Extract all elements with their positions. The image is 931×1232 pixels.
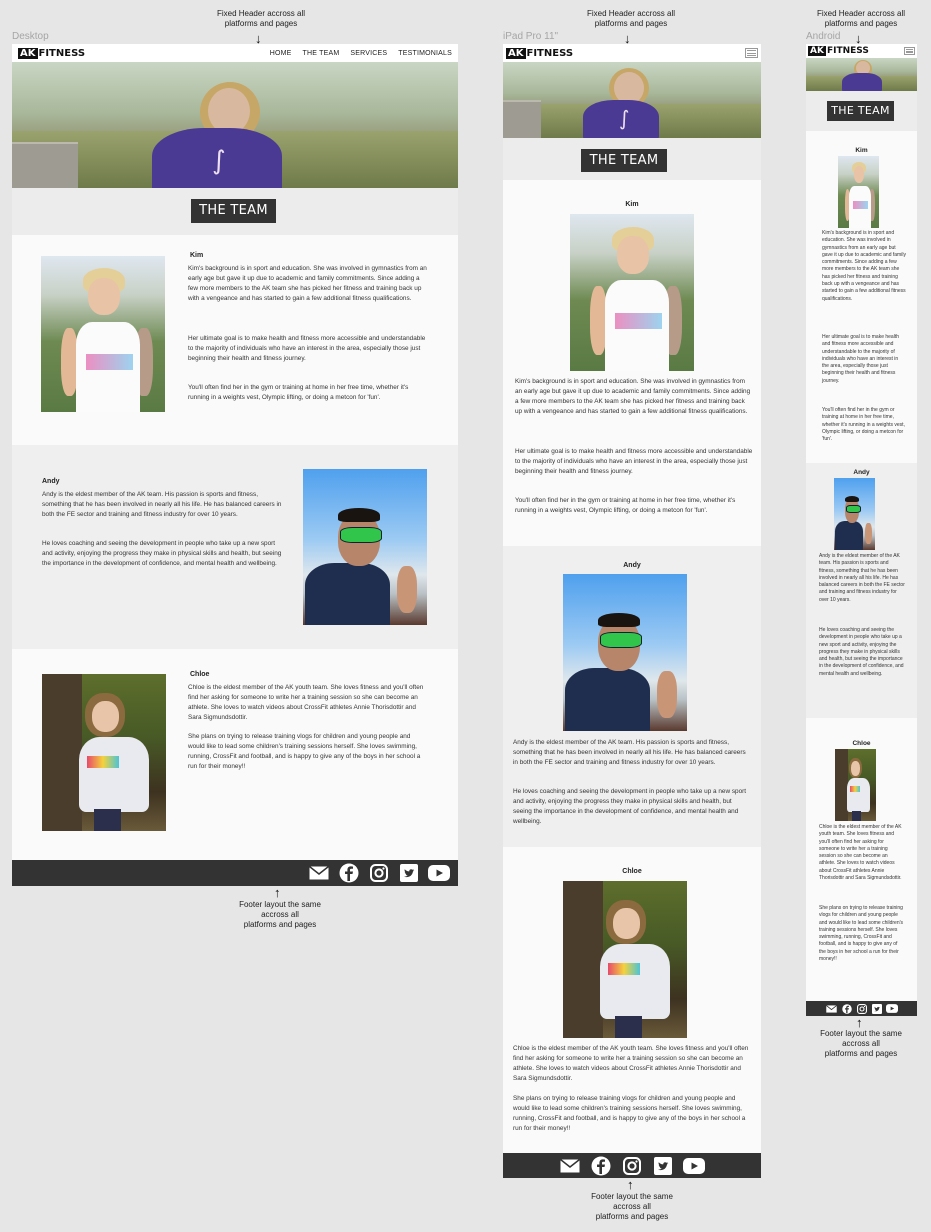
header-annotation-ipad: Fixed Header accross all platforms and p… (586, 9, 676, 28)
site-footer (503, 1153, 761, 1178)
member-bio: Andy is the eldest member of the AK team… (513, 739, 746, 766)
page-title: THE TEAM (827, 101, 894, 121)
footer-annotation-android: Footer layout the same accross all platf… (820, 1029, 902, 1058)
envelope-icon[interactable] (824, 1004, 839, 1013)
up-arrow-icon: ↑ (274, 885, 281, 900)
facebook-icon[interactable] (586, 1156, 617, 1176)
site-footer (806, 1001, 917, 1016)
page-title: THE TEAM (191, 199, 276, 223)
member-bio: Kim's background is in sport and educati… (188, 265, 427, 302)
member-bio: Andy is the eldest member of the AK team… (42, 491, 282, 518)
member-bio: She plans on trying to release training … (188, 733, 421, 770)
member-name: Kim (190, 252, 204, 259)
member-bio: He loves coaching and seeing the develop… (42, 540, 282, 567)
andy-photo (303, 469, 427, 625)
member-name: Chloe (190, 671, 210, 678)
member-name: Andy (623, 562, 641, 569)
footer-annotation-desktop: Footer layout the same accross all platf… (239, 900, 321, 929)
hamburger-menu-icon[interactable] (904, 47, 915, 55)
member-bio: Her ultimate goal is to make health and … (822, 334, 899, 384)
site-logo[interactable]: AK FITNESS (506, 47, 573, 59)
member-bio: You'll often find her in the gym or trai… (188, 384, 409, 401)
twitter-icon[interactable] (869, 1003, 884, 1014)
hero-image (806, 58, 917, 91)
member-section-kim: Kim Kim's background is in sport and edu… (12, 235, 458, 445)
member-name: Andy (853, 469, 870, 476)
desktop-mockup: ∫ AK FITNESS HOME THE TEAM SERVICES TESTI… (12, 44, 458, 886)
page-title: THE TEAM (581, 149, 667, 172)
header-annotation-desktop: Fixed Header accross all platforms and p… (216, 9, 306, 28)
site-footer (12, 860, 458, 886)
envelope-icon[interactable] (304, 866, 334, 880)
member-bio: Kim's background is in sport and educati… (822, 230, 906, 302)
member-section-andy: Andy Andy is the eldest member of the AK… (806, 463, 917, 718)
member-name: Kim (625, 201, 639, 208)
member-bio: She plans on trying to release training … (819, 905, 904, 963)
member-bio: You'll often find her in the gym or trai… (515, 497, 736, 514)
kim-photo (838, 156, 879, 228)
device-label-ipad: iPad Pro 11" (503, 31, 559, 42)
facebook-icon[interactable] (839, 1003, 854, 1014)
member-name: Kim (855, 147, 868, 154)
twitter-icon[interactable] (648, 1156, 679, 1175)
andy-photo (563, 574, 687, 731)
instagram-icon[interactable] (854, 1003, 869, 1014)
member-name: Chloe (852, 740, 871, 747)
member-bio: Chloe is the eldest member of the AK you… (188, 684, 424, 721)
nav-link-services[interactable]: SERVICES (350, 50, 387, 57)
twitter-icon[interactable] (394, 864, 424, 882)
member-section-chloe: Chloe Chloe is the eldest member of the … (503, 847, 761, 1153)
envelope-icon[interactable] (555, 1158, 586, 1173)
youtube-icon[interactable] (679, 1157, 710, 1174)
member-bio: Her ultimate goal is to make health and … (515, 448, 753, 475)
member-bio: He loves coaching and seeing the develop… (819, 627, 904, 677)
member-bio: Andy is the eldest member of the AK team… (819, 553, 905, 603)
hero-image: ∫ (503, 62, 761, 138)
nav-link-testimonials[interactable]: TESTIMONIALS (398, 50, 452, 57)
member-bio: He loves coaching and seeing the develop… (513, 788, 747, 825)
member-section-andy: Andy Andy is the eldest member of the AK… (12, 445, 458, 649)
member-section-kim: Kim Kim's background is in sport and edu… (503, 180, 761, 546)
member-bio: Her ultimate goal is to make health and … (188, 335, 426, 362)
site-header: AK FITNESS HOME THE TEAM SERVICES TESTIMO… (12, 44, 458, 62)
device-label-desktop: Desktop (12, 31, 49, 42)
kim-photo (570, 214, 694, 371)
facebook-icon[interactable] (334, 863, 364, 883)
youtube-icon[interactable] (424, 865, 454, 881)
footer-annotation-ipad: Footer layout the same accross all platf… (591, 1192, 673, 1221)
site-logo[interactable]: AK FITNESS (808, 46, 869, 56)
youtube-icon[interactable] (884, 1004, 899, 1013)
member-bio: She plans on trying to release training … (513, 1095, 746, 1132)
up-arrow-icon: ↑ (856, 1015, 863, 1030)
hamburger-menu-icon[interactable] (745, 48, 758, 58)
member-bio: Chloe is the eldest member of the AK you… (819, 824, 902, 882)
header-annotation-android: Fixed Header accross all platforms and p… (816, 9, 906, 28)
member-section-chloe: Chloe Chloe is the eldest member of the … (12, 649, 458, 860)
member-name: Chloe (622, 868, 642, 875)
nav-link-home[interactable]: HOME (270, 50, 292, 57)
member-name: Andy (42, 478, 60, 485)
ipad-mockup: ∫ AK FITNESS THE TEAM Kim Kim's backgroun… (503, 44, 761, 1178)
member-section-chloe: Chloe Chloe is the eldest member of the … (806, 718, 917, 1001)
android-mockup: AK FITNESS THE TEAM Kim Kim's background … (806, 44, 917, 1016)
instagram-icon[interactable] (364, 864, 394, 882)
chloe-photo (835, 749, 876, 821)
site-header: AK FITNESS (806, 44, 917, 58)
member-section-kim: Kim Kim's background is in sport and edu… (806, 131, 917, 463)
nav-link-the-team[interactable]: THE TEAM (303, 50, 340, 57)
up-arrow-icon: ↑ (627, 1177, 634, 1192)
member-bio: Chloe is the eldest member of the AK you… (513, 1045, 749, 1082)
member-section-andy: Andy Andy is the eldest member of the AK… (503, 546, 761, 847)
kim-photo (41, 256, 165, 412)
member-bio: Kim's background is in sport and educati… (515, 378, 751, 415)
site-header: AK FITNESS (503, 44, 761, 62)
site-logo[interactable]: AK FITNESS (18, 47, 85, 59)
chloe-photo (563, 881, 687, 1038)
member-bio: You'll often find her in the gym or trai… (822, 407, 905, 443)
chloe-photo (42, 674, 166, 831)
andy-photo (834, 478, 875, 550)
instagram-icon[interactable] (617, 1156, 648, 1175)
device-label-android: Android (806, 31, 841, 42)
hero-image: ∫ (12, 62, 458, 188)
